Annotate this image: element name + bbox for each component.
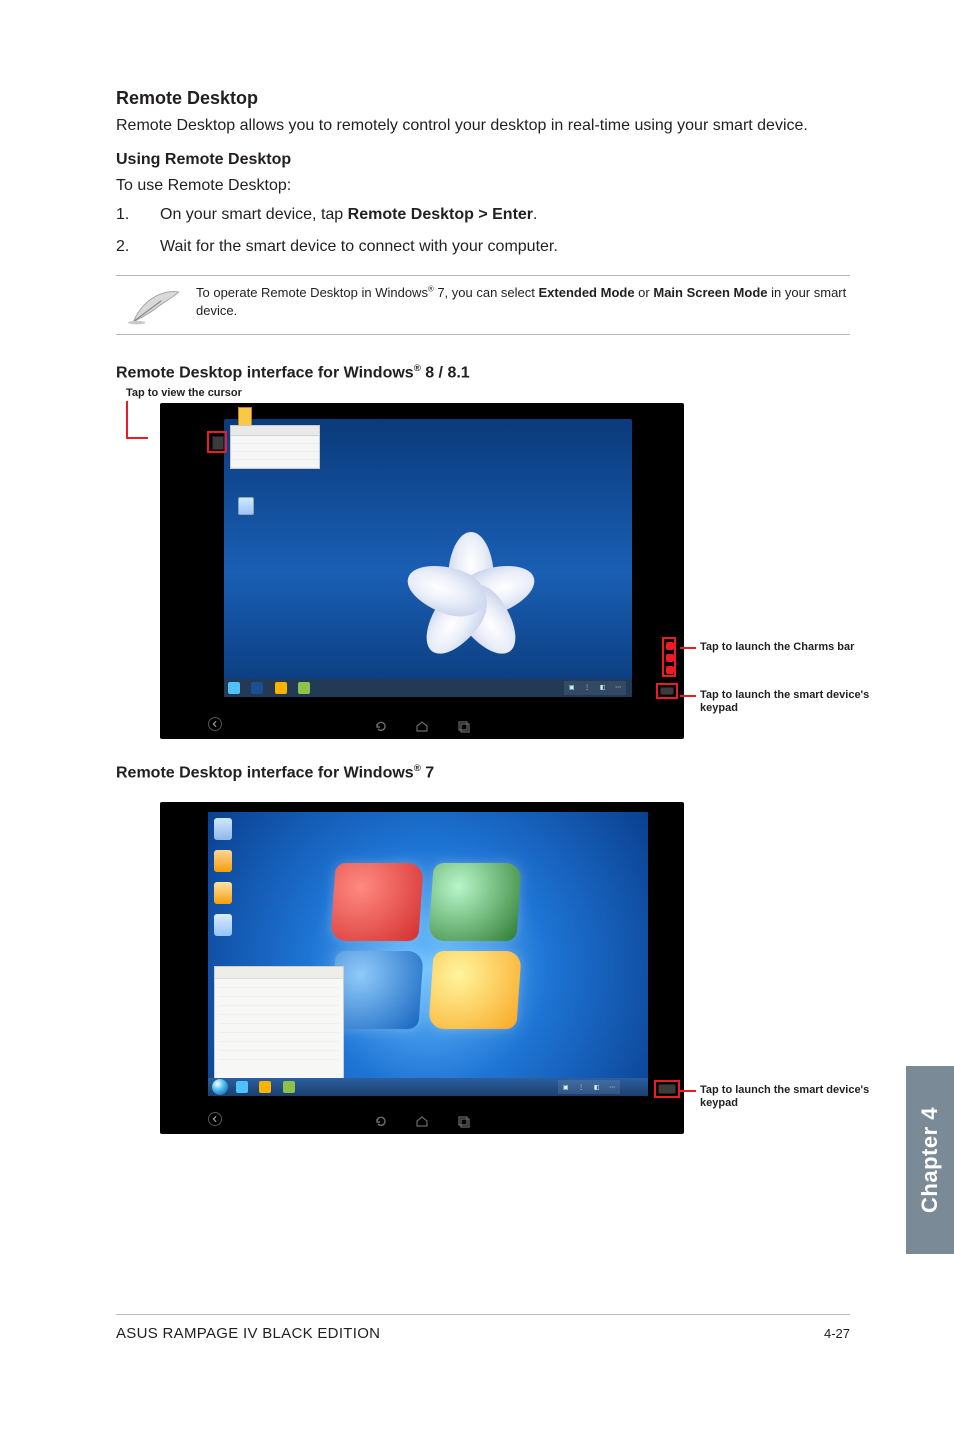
context-menu bbox=[230, 425, 320, 469]
heading-win8-post: 8 / 8.1 bbox=[421, 365, 470, 382]
leader-line bbox=[126, 401, 128, 437]
leader-line bbox=[680, 1090, 696, 1092]
back-icon bbox=[208, 1112, 222, 1126]
nav-recent-icon bbox=[457, 1114, 471, 1128]
callout-keypad-label: Tap to launch the smart device's keypad bbox=[700, 1084, 869, 1109]
note-pre: To operate Remote Desktop in Windows bbox=[196, 285, 428, 300]
desktop-icons bbox=[214, 818, 232, 936]
step-1: 1. On your smart device, tap Remote Desk… bbox=[116, 204, 850, 226]
step-text-bold: Remote Desktop > Enter bbox=[348, 206, 533, 223]
step-text: On your smart device, tap Remote Desktop… bbox=[160, 204, 850, 226]
heading-win8-pre: Remote Desktop interface for Windows bbox=[116, 365, 414, 382]
note-text: To operate Remote Desktop in Windows® 7,… bbox=[196, 284, 850, 319]
nav-back-icon bbox=[373, 719, 387, 733]
step-text-pre: Wait for the smart device to connect wit… bbox=[160, 238, 558, 255]
page: Remote Desktop Remote Desktop allows you… bbox=[0, 0, 954, 1438]
taskbar-icon bbox=[228, 682, 240, 694]
system-tray: ▣⋮◧⋯ bbox=[558, 1080, 620, 1094]
taskbar-icon bbox=[298, 682, 310, 694]
note-mid: 7, you can select bbox=[434, 285, 539, 300]
callout-keypad: Tap to launch the smart device's keypad bbox=[700, 1084, 870, 1110]
figure-win7: ▣⋮◧⋯ Tap to launch the smart device's ke… bbox=[116, 802, 850, 1134]
page-footer: ASUS RAMPAGE IV BLACK EDITION 4-27 bbox=[116, 1314, 850, 1342]
desktop-icon bbox=[238, 497, 254, 515]
desktop-icon bbox=[214, 850, 232, 872]
figure-win8: Tap to view the cursor ▣⋮◧⋯ bbox=[116, 403, 850, 739]
nav-buttons bbox=[373, 1114, 471, 1128]
system-tray: ▣⋮◧⋯ bbox=[564, 681, 626, 695]
footer-product: ASUS RAMPAGE IV BLACK EDITION bbox=[116, 1325, 380, 1342]
heading-win7-post: 7 bbox=[421, 764, 434, 781]
desktop-icon bbox=[214, 914, 232, 936]
step-number: 2. bbox=[116, 236, 160, 258]
desktop-icon bbox=[214, 882, 232, 904]
leader-line bbox=[680, 647, 696, 649]
nav-home-icon bbox=[415, 1114, 429, 1128]
rule bbox=[116, 334, 850, 335]
highlight-keypad-button bbox=[656, 683, 678, 699]
start-orb-icon bbox=[212, 1079, 228, 1095]
step-text: Wait for the smart device to connect wit… bbox=[160, 236, 850, 258]
registered-mark: ® bbox=[414, 363, 421, 374]
start-menu bbox=[214, 966, 344, 1086]
back-icon bbox=[208, 717, 222, 731]
tile-icon bbox=[238, 407, 252, 427]
highlight-keypad-button bbox=[654, 1080, 680, 1098]
nav-home-icon bbox=[415, 719, 429, 733]
steps-list: 1. On your smart device, tap Remote Desk… bbox=[116, 204, 850, 257]
taskbar-icon bbox=[236, 1081, 248, 1093]
step-number: 1. bbox=[116, 204, 160, 226]
footer-page-number: 4-27 bbox=[824, 1326, 850, 1341]
highlight-cursor-button bbox=[207, 431, 227, 453]
chapter-tab: Chapter 4 bbox=[906, 1066, 954, 1254]
chapter-tab-label: Chapter 4 bbox=[917, 1107, 943, 1213]
leader-line bbox=[680, 695, 696, 697]
taskbar-icon bbox=[283, 1081, 295, 1093]
heading-win8: Remote Desktop interface for Windows® 8 … bbox=[116, 363, 850, 382]
screenshot-win8: ▣⋮◧⋯ bbox=[160, 403, 684, 739]
screenshot-win7: ▣⋮◧⋯ bbox=[160, 802, 684, 1134]
heading-win7: Remote Desktop interface for Windows® 7 bbox=[116, 763, 850, 782]
step-text-pre: On your smart device, tap bbox=[160, 206, 348, 223]
callout-keypad: Tap to launch the smart device's keypad bbox=[700, 689, 870, 715]
taskbar-icon bbox=[275, 682, 287, 694]
lead-text: To use Remote Desktop: bbox=[116, 175, 850, 197]
nav-back-icon bbox=[373, 1114, 387, 1128]
callout-cursor-label: Tap to view the cursor bbox=[126, 387, 242, 399]
callout-cursor: Tap to view the cursor bbox=[126, 387, 242, 399]
nav-buttons bbox=[373, 719, 471, 733]
callout-charms: Tap to launch the Charms bar bbox=[700, 641, 870, 654]
section-title: Remote Desktop bbox=[116, 88, 850, 109]
callout-keypad-label: Tap to launch the smart device's keypad bbox=[700, 689, 869, 714]
callout-charms-label: Tap to launch the Charms bar bbox=[700, 641, 854, 653]
note-or: or bbox=[635, 285, 654, 300]
taskbar-icon bbox=[251, 682, 263, 694]
step-text-post: . bbox=[533, 206, 537, 223]
note-box: To operate Remote Desktop in Windows® 7,… bbox=[116, 275, 850, 335]
feather-icon bbox=[116, 284, 196, 328]
highlight-charms-button bbox=[662, 637, 676, 677]
registered-mark: ® bbox=[414, 763, 421, 774]
taskbar-icon bbox=[259, 1081, 271, 1093]
heading-win7-pre: Remote Desktop interface for Windows bbox=[116, 764, 414, 781]
section-intro: Remote Desktop allows you to remotely co… bbox=[116, 115, 850, 137]
note-bold-1: Extended Mode bbox=[538, 285, 634, 300]
subheading-using: Using Remote Desktop bbox=[116, 151, 850, 169]
step-2: 2. Wait for the smart device to connect … bbox=[116, 236, 850, 258]
windows-logo bbox=[333, 863, 523, 1033]
desktop-icon bbox=[214, 818, 232, 840]
nav-recent-icon bbox=[457, 719, 471, 733]
note-bold-2: Main Screen Mode bbox=[653, 285, 767, 300]
